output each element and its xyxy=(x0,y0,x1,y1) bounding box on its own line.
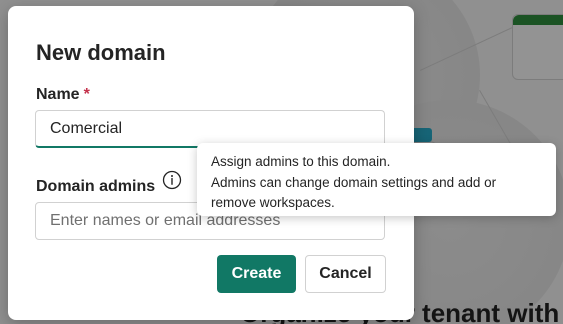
required-marker: * xyxy=(83,86,90,103)
tooltip-line: remove workspaces. xyxy=(211,195,335,210)
info-icon[interactable] xyxy=(162,170,182,190)
name-label-text: Name xyxy=(36,86,80,103)
tooltip-line: Assign admins to this domain. xyxy=(211,154,391,169)
dialog-title: New domain xyxy=(36,40,166,65)
tooltip-line: Admins can change domain settings and ad… xyxy=(211,174,497,190)
name-label: Name * xyxy=(36,86,90,104)
domain-admins-label: Domain admins xyxy=(36,178,156,195)
cancel-button[interactable]: Cancel xyxy=(305,255,386,293)
create-button[interactable]: Create xyxy=(217,255,296,293)
domain-admins-tooltip: Assign admins to this domain. Admins can… xyxy=(197,143,556,216)
